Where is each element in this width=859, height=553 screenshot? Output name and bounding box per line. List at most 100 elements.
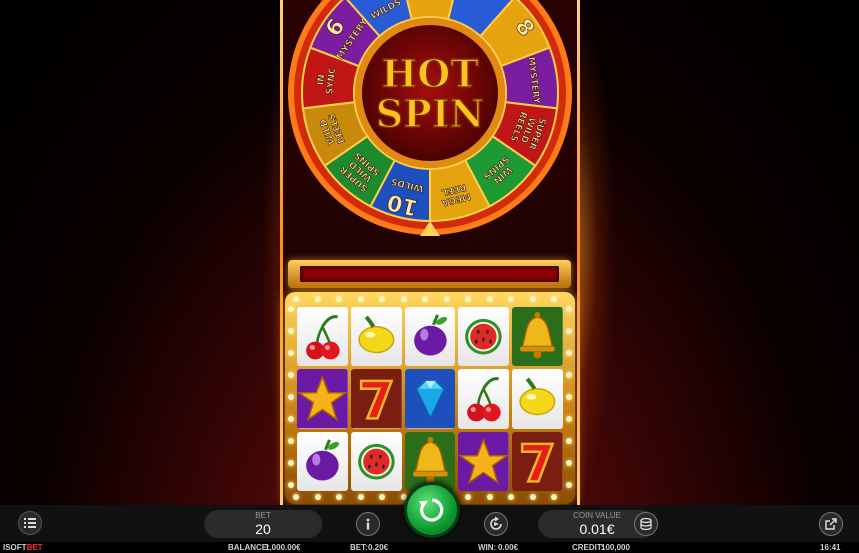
info-icon xyxy=(366,518,370,530)
frame-light xyxy=(529,494,536,500)
coin-stack-icon xyxy=(640,517,652,531)
status-bar: ISOFTBET BALANCE: 1,000.00€ BET: 0.20€ W… xyxy=(0,542,859,553)
status-bet-label: BET: xyxy=(350,543,368,552)
diamond-icon xyxy=(404,369,456,429)
frame-light xyxy=(551,296,557,302)
reel-symbol xyxy=(458,431,510,491)
credit-label: CREDIT: xyxy=(572,543,604,552)
info-button[interactable] xyxy=(356,512,380,536)
frame-light xyxy=(443,296,450,302)
frame-light xyxy=(288,372,294,378)
plum-icon xyxy=(306,439,340,481)
spin-button[interactable] xyxy=(404,482,460,538)
reels xyxy=(297,307,563,491)
plum-icon xyxy=(413,314,447,356)
spin-title: SPIN xyxy=(376,91,485,136)
frame-light xyxy=(288,438,294,444)
frame-light xyxy=(486,296,493,302)
reel-symbol xyxy=(458,307,510,367)
clock: 16:41 xyxy=(820,543,841,552)
credit-value: 100,000 xyxy=(601,543,630,552)
reel-symbol xyxy=(512,431,563,491)
reel-symbol xyxy=(350,431,402,491)
brand-suffix: BET xyxy=(26,543,43,552)
bet-value: 20 xyxy=(255,521,271,537)
menu-button[interactable] xyxy=(18,511,42,535)
frame-light xyxy=(357,494,364,500)
reel-symbol xyxy=(297,369,348,429)
win-marquee xyxy=(288,260,571,288)
reel-symbol xyxy=(404,307,456,367)
frame-light xyxy=(293,296,299,302)
frame-light xyxy=(379,494,385,500)
reel-symbol xyxy=(512,369,563,429)
frame-light xyxy=(566,306,572,312)
frame-light xyxy=(529,296,536,302)
cherry-icon xyxy=(306,315,340,360)
reel-symbol xyxy=(297,431,348,491)
star-icon xyxy=(297,369,348,429)
exit-icon xyxy=(825,518,837,530)
frame-light xyxy=(551,494,557,500)
reel-2 xyxy=(350,307,402,491)
reel-symbol xyxy=(458,369,510,429)
reel-3 xyxy=(404,307,456,491)
frame-light xyxy=(293,494,299,500)
frame-light xyxy=(288,328,294,334)
seven-icon xyxy=(350,369,402,429)
reel-symbol xyxy=(404,369,456,429)
exit-button[interactable] xyxy=(819,512,843,536)
brand-prefix: ISOFT xyxy=(3,543,27,552)
autoplay-icon xyxy=(490,516,502,530)
frame-light xyxy=(566,350,572,356)
frame-light xyxy=(288,460,294,466)
frame-light xyxy=(288,350,294,356)
refresh-arrow-icon xyxy=(419,498,444,522)
win-label: WIN: xyxy=(478,543,497,552)
hot-spin-wheel: SUPER18MYSTERYSUPERWILDREELSWINSPINSMEGA… xyxy=(288,0,572,236)
frame-light xyxy=(379,296,385,302)
coin-value-button[interactable] xyxy=(634,512,658,536)
bet-selector[interactable]: BET 20 xyxy=(204,510,322,538)
frame-light xyxy=(314,296,321,302)
win-marquee-display xyxy=(300,266,559,282)
list-icon xyxy=(24,518,36,528)
lemon-icon xyxy=(358,315,395,354)
frame-light xyxy=(465,494,471,500)
frame-light xyxy=(400,296,407,302)
bell-icon xyxy=(512,307,563,367)
frame-light xyxy=(288,306,294,312)
seven-icon xyxy=(512,431,563,491)
star-icon xyxy=(458,431,510,491)
reel-1 xyxy=(297,307,348,491)
brand-logo: ISOFTBET xyxy=(3,542,43,553)
frame-light xyxy=(486,494,493,500)
bet-label: BET xyxy=(255,511,271,520)
balance-label: BALANCE: xyxy=(228,543,270,552)
frame-light xyxy=(288,482,294,488)
reel-symbol xyxy=(512,307,563,367)
frame-light xyxy=(566,416,572,422)
frame-light xyxy=(508,494,514,500)
win-value: 0.00€ xyxy=(498,543,519,552)
hot-title: HOT xyxy=(381,51,478,96)
balance-value: 1,000.00€ xyxy=(265,543,301,552)
frame-light xyxy=(288,394,294,400)
reel-4 xyxy=(458,307,510,491)
frame-light xyxy=(357,296,364,302)
frame-light xyxy=(566,372,572,378)
watermelon-icon xyxy=(357,443,395,480)
status-bet-value: 0.20€ xyxy=(368,543,389,552)
cherry-icon xyxy=(467,377,502,422)
lemon-icon xyxy=(519,377,556,416)
frame-light xyxy=(336,494,342,500)
frame-light xyxy=(566,460,572,466)
reel-symbol xyxy=(297,307,348,367)
frame-light xyxy=(566,328,572,334)
autoplay-button[interactable] xyxy=(484,512,508,536)
frame-light xyxy=(422,296,428,302)
frame-light xyxy=(465,296,471,302)
reel-symbol xyxy=(350,307,402,367)
frame-light xyxy=(566,438,572,444)
frame-light xyxy=(508,296,514,302)
